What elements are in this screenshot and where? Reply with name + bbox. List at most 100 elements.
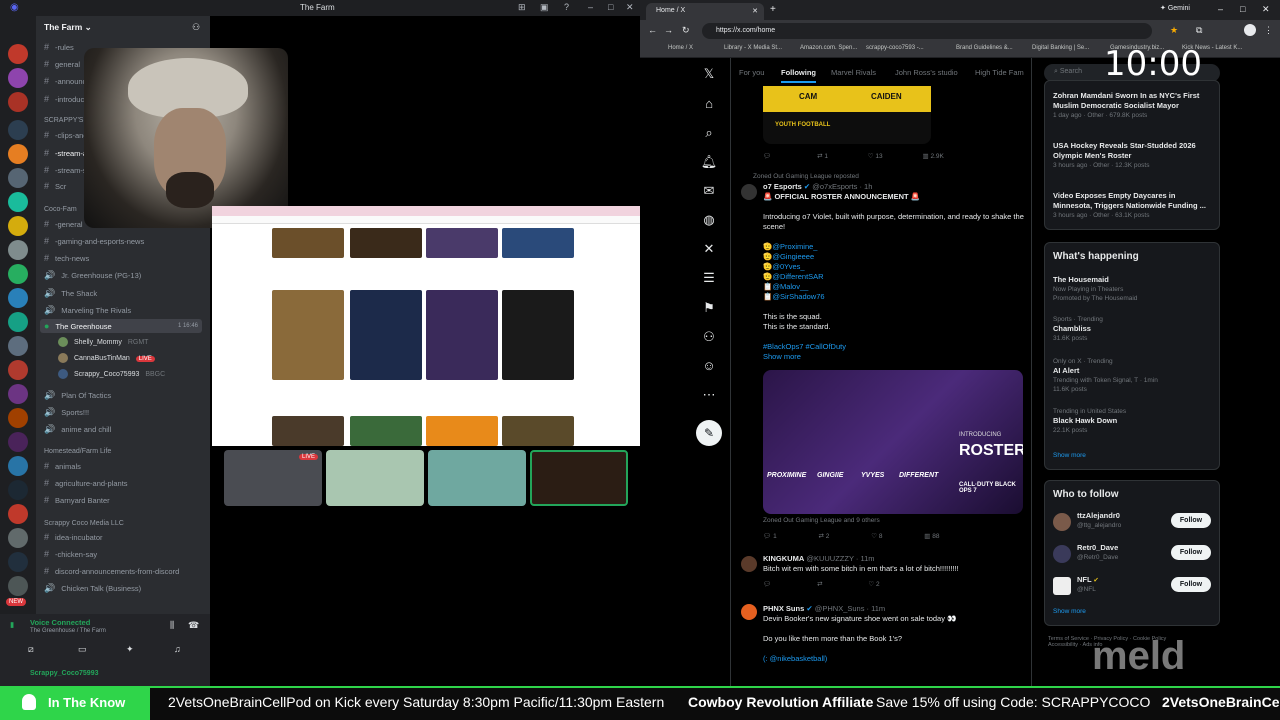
mention[interactable]: 🫡@Proximine_ [763,242,1063,252]
inbox-icon[interactable]: ▣ [540,2,549,13]
product-thumb[interactable] [272,416,344,446]
minimize-icon[interactable]: – [588,2,593,12]
voice-the-greenhouse[interactable]: ● The Greenhouse 1 16:46 [40,319,202,333]
bookmark[interactable]: scrappy-coco7593 -... [866,45,924,51]
product-thumb[interactable] [350,290,422,380]
product-thumb[interactable] [502,290,574,380]
repost-icon[interactable]: ⇄ [817,581,822,588]
mention[interactable]: 🫡@0Yves_ [763,262,1063,272]
product-thumb[interactable] [502,416,574,446]
close-icon[interactable]: ✕ [1262,4,1270,15]
footer-link[interactable]: Accessibility [1048,642,1078,648]
profile-avatar[interactable] [1244,24,1256,36]
add-member-icon[interactable]: ⚇ [192,22,200,33]
news-item[interactable]: USA Hockey Reveals Star-Studded 2026 Oly… [1053,141,1213,170]
lists-icon[interactable]: ☰ [700,270,718,288]
like-icon[interactable]: ♡ [871,533,877,540]
server-icon[interactable] [8,408,28,428]
forward-icon[interactable]: → [664,25,673,35]
menu-icon[interactable]: ⋮ [1264,25,1273,36]
server-icon[interactable] [8,92,28,112]
server-icon[interactable] [8,384,28,404]
avatar[interactable] [741,604,757,620]
category-homestead[interactable]: Homestead/Farm Life [44,445,204,459]
avatar[interactable] [1053,513,1071,531]
product-thumb[interactable] [272,290,344,380]
server-icon[interactable] [8,120,28,140]
screen-share-icon[interactable]: ▭ [78,644,87,655]
views-icon[interactable]: ▥ [922,153,928,160]
server-name[interactable]: The Farm ⌄ [44,22,92,33]
participant-tile[interactable] [326,450,424,506]
channel-gaming-news[interactable]: # -gaming-and-esports-news [44,234,204,248]
product-thumb[interactable] [502,228,574,258]
maximize-icon[interactable]: □ [608,2,613,12]
new-tab-icon[interactable]: + [770,4,776,15]
mention[interactable]: 🫡@DifferentSAR [763,272,1063,282]
server-icon[interactable] [8,240,28,260]
news-item[interactable]: Video Exposes Empty Daycares in Minnesot… [1053,191,1213,220]
communities-icon[interactable]: ⚇ [700,329,718,347]
server-icon[interactable] [8,528,28,548]
voice-the-shack[interactable]: 🔊 The Shack [44,286,204,300]
trend-item[interactable]: Sports · Trending Chambliss 31.6K posts [1053,315,1213,343]
server-icon[interactable] [8,576,28,596]
tagged-users[interactable]: Zoned Out Gaming League and 9 others [763,516,1063,526]
avatar[interactable] [1053,577,1071,595]
participant-tile[interactable] [530,450,628,506]
follow-suggestion[interactable]: ttzAlejandr0 @ttg_alejandro [1077,511,1167,530]
bookmarks-icon[interactable]: ⚑ [700,300,718,318]
product-thumb[interactable] [350,228,422,258]
bookmark[interactable]: Brand Guidelines &... [956,45,1013,51]
activity-icon[interactable]: ✦ [126,644,134,655]
server-icon[interactable] [8,552,28,572]
home-icon[interactable]: ⌂ [700,96,718,114]
voice-jr-greenhouse[interactable]: 🔊 Jr. Greenhouse (PG-13) [44,268,204,282]
voice-user[interactable]: CannaBusTinMan LIVE [58,352,203,366]
avatar[interactable] [741,556,757,572]
server-icon[interactable] [8,288,28,308]
gemini-button[interactable]: ✦ Gemini [1160,4,1190,12]
close-icon[interactable]: ✕ [626,2,634,13]
disconnect-icon[interactable]: ☎ [188,620,199,631]
show-more-link[interactable]: Show more [763,352,1063,362]
trend-item[interactable]: The Housemaid Now Playing in Theaters Prom… [1053,275,1213,303]
voice-anime-and-chill[interactable]: 🔊 anime and chill [44,422,204,436]
profile-icon[interactable]: ☺ [700,358,718,376]
back-icon[interactable]: ← [648,25,657,35]
current-user[interactable]: Scrappy_Coco75993 [30,670,98,677]
post-header[interactable]: PHNX Suns ✔ @PHNX_Suns · 11m [763,604,1063,614]
reply-icon[interactable]: 💬︎ [763,581,771,588]
voice-connected-where[interactable]: The Greenhouse / The Farm [30,628,106,634]
post-header[interactable]: o7 Esports ✔ @o7xEsports · 1h [763,182,1063,192]
avatar[interactable] [1053,545,1071,563]
tab-following[interactable]: Following [781,68,816,83]
server-icon[interactable] [8,336,28,356]
follow-button[interactable]: Follow [1171,545,1211,560]
show-more-link[interactable]: Show more [1053,607,1213,616]
voice-marveling-rivals[interactable]: 🔊 Marveling The Rivals [44,303,204,317]
server-icon[interactable] [8,144,28,164]
address-bar[interactable]: https://x.com/home [702,23,1152,39]
follow-suggestion[interactable]: NFL ✔ @NFL [1077,575,1167,594]
noise-suppression-icon[interactable]: ⫼ [170,620,174,631]
views-icon[interactable]: ▥ [924,533,930,540]
help-icon[interactable]: ? [564,2,569,12]
top-post-image[interactable]: CAM CAIDEN YOUTH FOOTBALL [763,86,931,144]
premium-icon[interactable]: ✕ [700,241,718,259]
server-icon[interactable] [8,360,28,380]
bookmark[interactable]: Library - X Media St... [724,45,782,51]
minimize-icon[interactable]: – [1218,4,1223,14]
show-more-link[interactable]: Show more [1053,451,1213,460]
product-thumb[interactable] [272,228,344,258]
bookmark-star-icon[interactable]: ★ [1170,25,1178,36]
post-credit[interactable]: (: @nikebasketball) [763,654,1063,664]
channel-tech-news[interactable]: # tech-news [44,251,204,265]
mention[interactable]: 📋@SirShadow76 [763,292,1063,302]
channel-idea-incubator[interactable]: # idea-incubator [44,530,204,544]
participant-tile[interactable]: LIVE [224,450,322,506]
more-icon[interactable]: ⋯ [700,387,718,405]
bookmark[interactable]: Digital Banking | Se... [1032,45,1089,51]
mention[interactable]: 🫡@Gingieeee [763,252,1063,262]
post-banner-image[interactable]: PROXIMINE GINGIIE YVYES DIFFERENT INTROD… [763,370,1023,514]
